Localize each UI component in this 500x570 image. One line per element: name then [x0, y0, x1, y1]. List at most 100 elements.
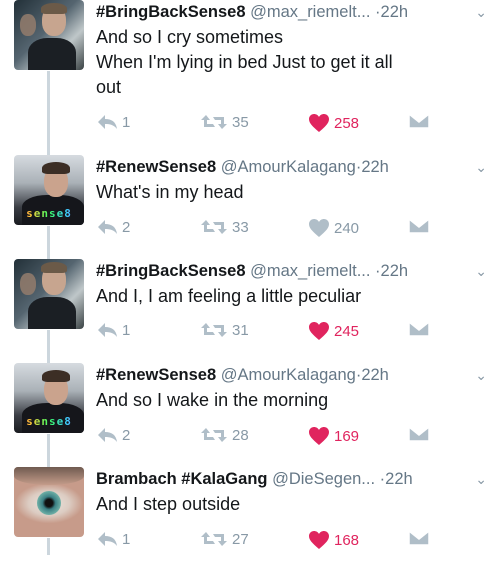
reply-count: 1 — [122, 113, 131, 131]
display-name[interactable]: #RenewSense8 — [96, 366, 216, 384]
retweet-icon — [201, 220, 227, 234]
display-name[interactable]: Brambach #KalaGang — [96, 470, 267, 488]
tweet-text-line: And so I cry sometimes — [96, 27, 284, 47]
reply-button[interactable]: 2 — [96, 426, 130, 444]
like-button[interactable]: 245 — [308, 321, 359, 341]
avatar[interactable] — [14, 467, 84, 537]
retweet-button[interactable]: 27 — [200, 530, 249, 548]
tweet-text-line: And I step outside — [96, 494, 241, 514]
reply-count: 2 — [122, 426, 131, 444]
like-button[interactable]: 240 — [308, 218, 359, 238]
tweet-header: #BringBackSense8 @max_riemelt... ·22h ⌄ — [96, 0, 491, 25]
direct-message-button[interactable] — [408, 218, 430, 234]
envelope-icon — [408, 426, 430, 442]
user-handle[interactable]: @max_riemelt... — [250, 3, 370, 21]
reply-button[interactable]: 1 — [96, 321, 130, 339]
retweet-button[interactable]: 33 — [200, 218, 249, 236]
tweet-text-line: out — [96, 77, 122, 97]
timestamp[interactable]: 22h — [361, 158, 389, 176]
chevron-down-icon[interactable]: ⌄ — [475, 363, 487, 388]
like-count: 169 — [334, 427, 360, 445]
tweet-text: And I step outside — [96, 492, 491, 517]
timestamp[interactable]: 22h — [381, 262, 409, 280]
retweet-count: 33 — [232, 218, 249, 236]
tweet-actions: 1 27 168 — [96, 530, 430, 556]
like-button[interactable]: 258 — [308, 113, 359, 133]
reply-button[interactable]: 2 — [96, 218, 130, 236]
avatar-container: sense8 — [14, 363, 84, 434]
retweet-button[interactable]: 28 — [200, 426, 249, 444]
user-handle[interactable]: @max_riemelt... — [250, 262, 370, 280]
reply-button[interactable]: 1 — [96, 113, 130, 131]
reply-icon — [98, 115, 117, 129]
like-count: 168 — [334, 531, 360, 549]
like-button[interactable]: 168 — [308, 530, 359, 550]
avatar-logo-text: sense8 — [14, 207, 84, 220]
avatar-logo-text: sense8 — [14, 415, 84, 428]
display-name[interactable]: #BringBackSense8 — [96, 3, 246, 21]
direct-message-button[interactable] — [408, 113, 430, 129]
avatar[interactable]: sense8 — [14, 363, 84, 433]
reply-button[interactable]: 1 — [96, 530, 130, 548]
avatar-container — [14, 467, 84, 538]
display-name[interactable]: #BringBackSense8 — [96, 262, 246, 280]
user-handle[interactable]: @AmourKalagang — [221, 366, 356, 384]
avatar-container — [14, 259, 84, 330]
tweet-header: Brambach #KalaGang @DieSegen... ·22h ⌄ — [96, 467, 491, 492]
reply-count: 1 — [122, 321, 131, 339]
tweet-text: And so I wake in the morning — [96, 388, 491, 413]
chevron-down-icon[interactable]: ⌄ — [475, 259, 487, 284]
tweet-actions: 2 33 240 — [96, 218, 430, 244]
tweet-text: What's in my head — [96, 180, 491, 205]
tweet[interactable]: #BringBackSense8 @max_riemelt... ·22h ⌄ … — [0, 0, 500, 103]
retweet-count: 27 — [232, 530, 249, 548]
direct-message-button[interactable] — [408, 530, 430, 546]
timestamp[interactable]: 22h — [381, 3, 409, 21]
heart-icon — [309, 531, 329, 549]
tweet-text: And I, I am feeling a little peculiar — [96, 284, 491, 309]
retweet-icon — [201, 323, 227, 337]
envelope-icon — [408, 218, 430, 234]
retweet-button[interactable]: 35 — [200, 113, 249, 131]
tweet-content: Brambach #KalaGang @DieSegen... ·22h ⌄ A… — [96, 467, 491, 517]
user-handle[interactable]: @DieSegen... — [272, 470, 375, 488]
envelope-icon — [408, 321, 430, 337]
user-handle[interactable]: @AmourKalagang — [221, 158, 356, 176]
envelope-icon — [408, 113, 430, 129]
display-name[interactable]: #RenewSense8 — [96, 158, 216, 176]
retweet-icon — [201, 115, 227, 129]
envelope-icon — [408, 530, 430, 546]
like-button[interactable]: 169 — [308, 426, 359, 446]
retweet-button[interactable]: 31 — [200, 321, 249, 339]
reply-count: 1 — [122, 530, 131, 548]
tweet-actions: 1 31 245 — [96, 321, 430, 347]
direct-message-button[interactable] — [408, 426, 430, 442]
avatar[interactable] — [14, 0, 84, 70]
reply-count: 2 — [122, 218, 131, 236]
tweet-content: #RenewSense8 @AmourKalagang·22h ⌄ What's… — [96, 155, 491, 205]
tweet-text-line: And I, I am feeling a little peculiar — [96, 286, 362, 306]
tweet-text: And so I cry sometimes When I'm lying in… — [96, 25, 491, 100]
chevron-down-icon[interactable]: ⌄ — [475, 0, 487, 25]
avatar[interactable] — [14, 259, 84, 329]
reply-icon — [98, 428, 117, 442]
avatar-container — [14, 0, 84, 71]
timestamp[interactable]: 22h — [361, 366, 389, 384]
reply-icon — [98, 220, 117, 234]
heart-icon — [309, 114, 329, 132]
reply-icon — [98, 532, 117, 546]
tweet-text-line: When I'm lying in bed Just to get it all — [96, 52, 393, 72]
avatar[interactable]: sense8 — [14, 155, 84, 225]
direct-message-button[interactable] — [408, 321, 430, 337]
timeline: #BringBackSense8 @max_riemelt... ·22h ⌄ … — [0, 0, 500, 555]
chevron-down-icon[interactable]: ⌄ — [475, 467, 487, 492]
retweet-icon — [201, 428, 227, 442]
tweet-actions: 1 35 258 — [96, 113, 430, 139]
reply-icon — [98, 323, 117, 337]
tweet-text-line: What's in my head — [96, 182, 244, 202]
like-count: 245 — [334, 322, 360, 340]
timestamp[interactable]: 22h — [385, 470, 413, 488]
retweet-count: 28 — [232, 426, 249, 444]
like-count: 258 — [334, 114, 360, 132]
chevron-down-icon[interactable]: ⌄ — [475, 155, 487, 180]
